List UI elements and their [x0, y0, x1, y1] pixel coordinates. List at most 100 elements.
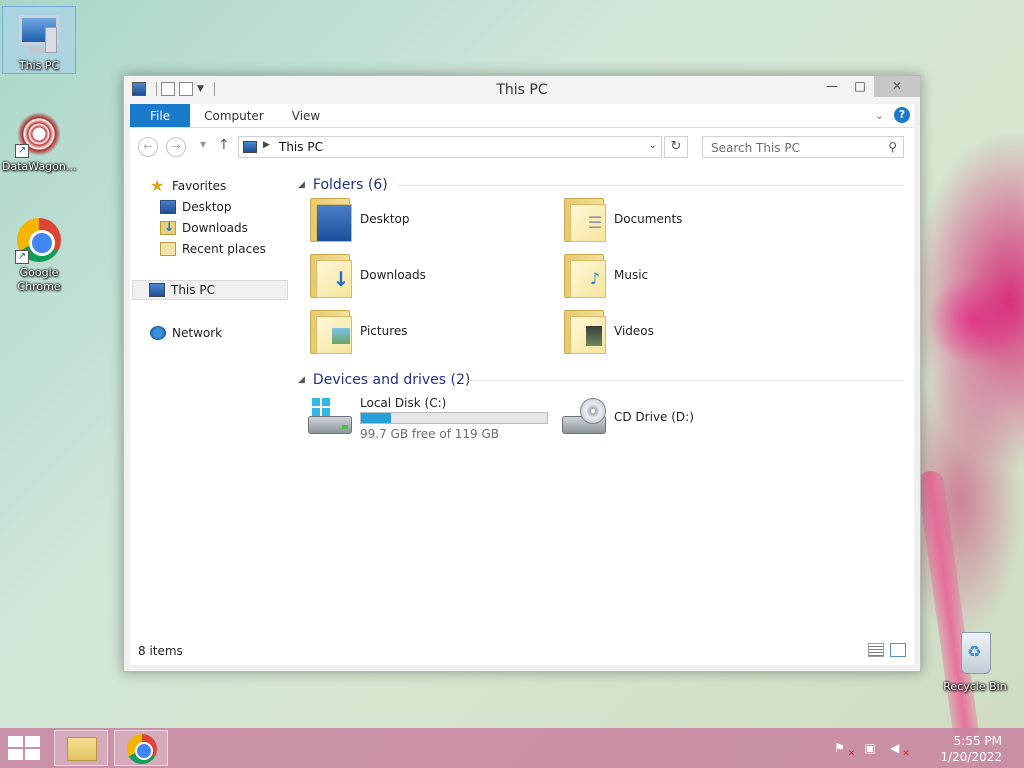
nav-label: Desktop — [182, 200, 232, 214]
minimize-button[interactable]: — — [818, 76, 846, 97]
folder-name: Downloads — [360, 268, 426, 282]
pictures-folder-icon — [310, 310, 352, 354]
item-count: 8 items — [138, 644, 183, 658]
search-placeholder: Search This PC — [711, 141, 800, 155]
desktop-icon-label: This PC — [18, 59, 60, 72]
nav-recent-places[interactable]: Recent places — [160, 239, 266, 259]
datawagon-icon: ↗ — [15, 112, 63, 158]
ribbon-tabs: File Computer View ⌄ ? — [130, 104, 914, 128]
downloads-folder-icon: ↓ — [310, 254, 352, 298]
star-icon: ★ — [150, 176, 165, 195]
downloads-icon — [160, 220, 176, 235]
nav-network[interactable]: Network — [150, 323, 222, 343]
folder-videos[interactable]: Videos — [558, 306, 798, 360]
up-button[interactable]: ↑ — [218, 137, 230, 153]
explorer-content: ★ Favorites Desktop Downloads Recent pla… — [130, 166, 914, 665]
folder-music[interactable]: ♪ Music — [558, 250, 798, 304]
taskbar-file-explorer[interactable] — [54, 730, 108, 766]
devices-group-header[interactable]: ◢ Devices and drives (2) — [298, 369, 470, 391]
group-divider — [398, 185, 904, 186]
maximize-button[interactable]: □ — [846, 76, 874, 97]
recent-locations-dropdown-icon[interactable]: ▼ — [200, 140, 206, 149]
recent-places-icon — [160, 242, 176, 256]
devices-group-title: Devices and drives (2) — [312, 372, 471, 388]
folders-group-header[interactable]: ◢ Folders (6) — [298, 174, 388, 196]
collapse-triangle-icon[interactable]: ◢ — [298, 375, 305, 385]
navigation-pane: ★ Favorites Desktop Downloads Recent pla… — [130, 166, 290, 635]
address-pc-icon — [243, 141, 257, 153]
folder-name: Documents — [614, 212, 683, 226]
hard-drive-icon — [308, 398, 354, 438]
drive-name: CD Drive (D:) — [614, 410, 694, 424]
breadcrumb-arrow-icon[interactable]: ▶ — [263, 140, 270, 150]
drive-cd-d[interactable]: CD Drive (D:) — [558, 392, 808, 446]
collapse-triangle-icon[interactable]: ◢ — [298, 180, 305, 190]
network-tray-icon[interactable]: ▣ — [862, 740, 878, 756]
main-pane: ◢ Folders (6) Desktop ☰ Documents ↓ Down… — [298, 166, 914, 635]
forward-button[interactable]: → — [166, 137, 186, 157]
desktop-icon-this-pc[interactable]: This PC — [2, 6, 76, 74]
nav-downloads[interactable]: Downloads — [160, 218, 248, 238]
nav-label: Favorites — [172, 179, 227, 193]
wallpaper-flower-stem — [916, 469, 980, 741]
taskbar-chrome[interactable] — [114, 730, 168, 766]
folder-desktop[interactable]: Desktop — [304, 194, 544, 248]
window-controls: — □ ✕ — [818, 76, 920, 97]
tab-computer[interactable]: Computer — [190, 104, 278, 127]
large-icons-view-icon[interactable] — [890, 643, 906, 657]
nav-label: Network — [172, 326, 223, 340]
folders-group-title: Folders (6) — [312, 177, 388, 193]
folder-name: Desktop — [360, 212, 410, 226]
nav-this-pc[interactable]: This PC — [132, 280, 288, 300]
tab-view[interactable]: View — [278, 104, 334, 127]
drive-local-disk-c[interactable]: Local Disk (C:) 99.7 GB free of 119 GB — [304, 392, 554, 446]
nav-label: This PC — [171, 283, 215, 297]
desktop-folder-icon — [310, 198, 352, 242]
details-view-icon[interactable] — [868, 643, 884, 657]
close-button[interactable]: ✕ — [874, 76, 920, 97]
clock-date: 1/20/2022 — [940, 750, 1002, 764]
chrome-icon — [127, 734, 157, 764]
search-icon[interactable]: ⚲ — [888, 140, 897, 154]
desktop-icon-recycle-bin[interactable]: Recycle Bin — [938, 628, 1012, 694]
this-pc-icon — [15, 11, 63, 57]
recycle-bin-icon — [951, 632, 999, 678]
videos-folder-icon — [564, 310, 606, 354]
window-title: This PC — [496, 82, 548, 98]
folder-downloads[interactable]: ↓ Downloads — [304, 250, 544, 304]
nav-favorites[interactable]: ★ Favorites — [150, 176, 226, 196]
drive-name: Local Disk (C:) — [360, 396, 447, 410]
refresh-button[interactable]: ↻ — [664, 136, 688, 158]
title-bar[interactable]: ▼ This PC — □ ✕ — [124, 76, 920, 104]
tab-file[interactable]: File — [130, 104, 191, 127]
volume-muted-icon[interactable]: ◀ — [890, 740, 906, 756]
folder-documents[interactable]: ☰ Documents — [558, 194, 798, 248]
nav-label: Downloads — [182, 221, 248, 235]
desktop-icon-datawagon[interactable]: ↗ DataWagon... — [2, 108, 76, 174]
help-icon[interactable]: ? — [894, 107, 910, 123]
folder-name: Pictures — [360, 324, 408, 338]
this-pc-icon — [149, 283, 165, 297]
desktop-icon-google-chrome[interactable]: ↗ Google Chrome — [2, 214, 76, 294]
desktop-icon-label: DataWagon... — [2, 160, 77, 173]
start-button[interactable] — [8, 736, 40, 760]
folder-pictures[interactable]: Pictures — [304, 306, 544, 360]
folder-name: Music — [614, 268, 649, 282]
drive-usage-fill — [361, 413, 392, 423]
taskbar-clock[interactable]: 5:55 PM 1/20/2022 — [940, 733, 1002, 765]
desktop-icon — [160, 200, 176, 214]
search-input[interactable]: Search This PC ⚲ — [702, 136, 904, 158]
explorer-window: ▼ This PC — □ ✕ File Computer View ⌄ ? ←… — [123, 75, 921, 672]
address-history-dropdown-icon[interactable]: ⌄ — [649, 140, 657, 151]
network-icon — [150, 326, 166, 340]
taskbar: ⚑ ▣ ◀ 5:55 PM 1/20/2022 — [0, 728, 1024, 768]
back-button[interactable]: ← — [138, 137, 158, 157]
action-center-flag-icon[interactable]: ⚑ — [834, 740, 850, 756]
expand-ribbon-chevron-icon[interactable]: ⌄ — [875, 109, 884, 122]
address-bar[interactable]: ▶ This PC ⌄ — [238, 136, 662, 158]
system-tray: ⚑ ▣ ◀ — [834, 740, 906, 756]
drive-free-space: 99.7 GB free of 119 GB — [360, 427, 499, 441]
breadcrumb-this-pc[interactable]: This PC — [279, 140, 323, 154]
nav-desktop[interactable]: Desktop — [160, 197, 232, 217]
status-bar: 8 items — [130, 635, 914, 665]
